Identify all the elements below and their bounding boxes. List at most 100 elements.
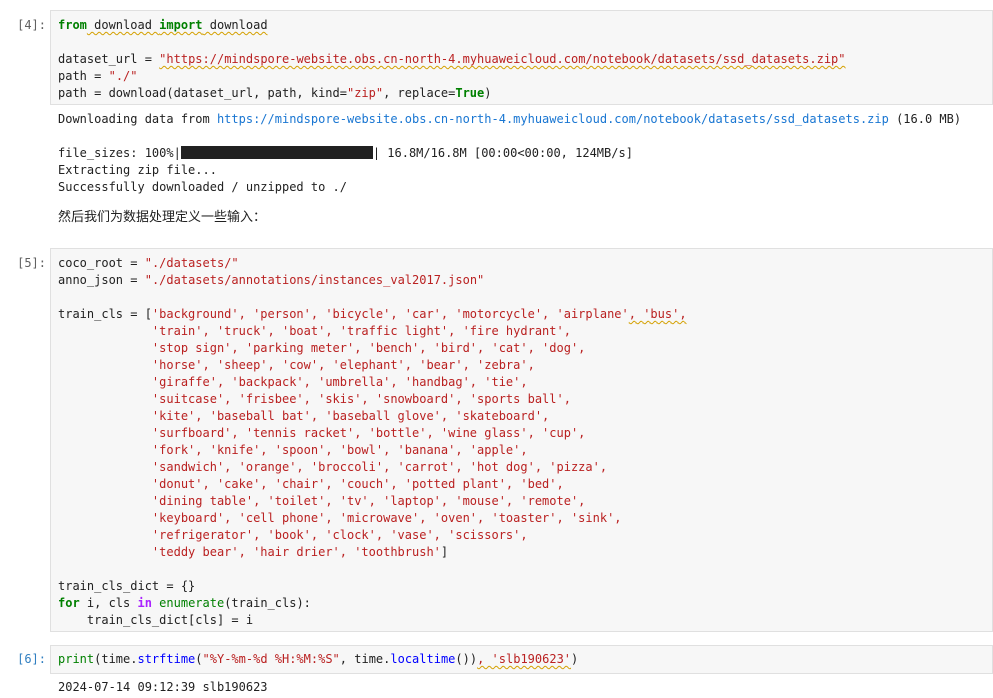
cell-6-prompt: [6]: [17,652,46,666]
code-text: (train_cls): [224,596,311,610]
code-line: from download import download [58,17,985,34]
cell-5-prompt: [5]: [17,256,46,270]
string-literal: , 'bus', [628,307,687,321]
code-text: train_cls_dict = [58,579,181,593]
string-literal: 'horse', 'sheep', 'cow', 'elephant', 'be… [151,358,535,372]
keyword: in [137,596,152,610]
string-literal: 'surfboard', 'tennis racket', 'bottle', … [151,426,586,440]
string-literal: , 'slb190623' [477,652,572,666]
output-text: Downloading data from [58,112,217,126]
variable: coco_root [58,256,124,270]
code-text: (time. [94,652,138,666]
variable: path [58,69,87,83]
code-line: train_cls_dict[cls] = i [58,613,254,627]
code-line: train_cls_dict = {} [58,578,985,595]
success-line: Successfully downloaded / unzipped to ./ [58,180,347,194]
cell-4-editor[interactable]: from download import download dataset_ur… [50,10,993,105]
string-literal: 'sandwich', 'orange', 'broccoli', 'carro… [151,460,608,474]
code-text: {} [180,579,196,593]
string-literal: "https://mindspore-website.obs.cn-north-… [159,52,846,66]
string-literal: "./datasets/annotations/instances_val201… [144,273,485,287]
module-name: download [86,18,160,32]
operator: = [123,273,145,287]
progress-label: file_sizes: 100%| [58,146,181,160]
output-text: (16.0 MB) [888,112,962,126]
variable: anno_json [58,273,124,287]
code-text: ()) [455,652,478,666]
extracting-line: Extracting zip file... [58,163,217,177]
code-line: 'surfboard', 'tennis racket', 'bottle', … [58,425,985,442]
string-literal: 'refrigerator', 'book', 'clock', 'vase',… [151,528,528,542]
download-link[interactable]: https://mindspore-website.obs.cn-north-4… [217,112,889,126]
string-literal: 'background', 'person', 'bicycle', 'car'… [151,307,629,321]
code-line: 'sandwich', 'orange', 'broccoli', 'carro… [58,459,985,476]
code-line: 'teddy bear', 'hair drier', 'toothbrush'… [58,544,985,561]
code-text: ) [571,652,579,666]
download-line: Downloading data from https://mindspore-… [58,111,993,128]
code-text: ( [195,652,203,666]
code-line: 'donut', 'cake', 'chair', 'couch', 'pott… [58,476,985,493]
code-line: train_cls = ['background', 'person', 'bi… [58,306,985,323]
string-literal: "%Y-%m-%d %H:%M:%S" [202,652,340,666]
cell-4-prompt: [4]: [17,18,46,32]
keyword: import [159,18,203,32]
code-text: path = download(dataset_url, path, kind= [58,86,347,100]
code-line: coco_root = "./datasets/" [58,255,985,272]
code-line: 'keyboard', 'cell phone', 'microwave', '… [58,510,985,527]
markdown-text: 然后我们为数据处理定义一些输入： [58,210,267,225]
keyword: for [58,596,80,610]
code-line: path = download(dataset_url, path, kind=… [58,85,985,102]
string-literal: 'fork', 'knife', 'spoon', 'bowl', 'banan… [151,443,528,457]
code-line: 'stop sign', 'parking meter', 'bench', '… [58,340,985,357]
operator: = [123,256,145,270]
function-name: localtime [390,652,456,666]
cell-5-editor[interactable]: coco_root = "./datasets/" anno_json = ".… [50,248,993,632]
code-text: ) [484,86,492,100]
code-text: train_cls = [ [58,307,152,321]
progress-bar [180,146,373,159]
import-name: download [202,18,268,32]
string-literal: 'dining table', 'toilet', 'tv', 'laptop'… [151,494,586,508]
cell-6-editor[interactable]: print(time.strftime("%Y-%m-%d %H:%M:%S",… [50,645,993,674]
cell-4-output: Downloading data from https://mindspore-… [58,111,993,196]
string-literal: "./datasets/" [144,256,239,270]
code-text: , replace= [383,86,456,100]
code-line: 'suitcase', 'frisbee', 'skis', 'snowboar… [58,391,985,408]
code-text: ] [440,545,449,559]
operator: = [86,69,109,83]
string-literal: 'kite', 'baseball bat', 'baseball glove'… [151,409,550,423]
code-line: 'dining table', 'toilet', 'tv', 'laptop'… [58,493,985,510]
builtin-function: enumerate [159,596,225,610]
code-text: i, cls [79,596,138,610]
string-literal: "./" [108,69,138,83]
string-literal: 'suitcase', 'frisbee', 'skis', 'snowboar… [151,392,571,406]
builtin-function: print [58,652,95,666]
code-line: 'giraffe', 'backpack', 'umbrella', 'hand… [58,374,985,391]
code-line: 'kite', 'baseball bat', 'baseball glove'… [58,408,985,425]
code-line: 'train', 'truck', 'boat', 'traffic light… [58,323,985,340]
code-line: path = "./" [58,68,985,85]
keyword: from [58,18,87,32]
boolean-literal: True [455,86,485,100]
code-line: dataset_url = "https://mindspore-website… [58,51,985,68]
code-line: print(time.strftime("%Y-%m-%d %H:%M:%S",… [58,651,985,668]
string-literal: 'teddy bear', 'hair drier', 'toothbrush' [151,545,441,559]
code-line: 'horse', 'sheep', 'cow', 'elephant', 'be… [58,357,985,374]
string-literal: 'donut', 'cake', 'chair', 'couch', 'pott… [151,477,564,491]
